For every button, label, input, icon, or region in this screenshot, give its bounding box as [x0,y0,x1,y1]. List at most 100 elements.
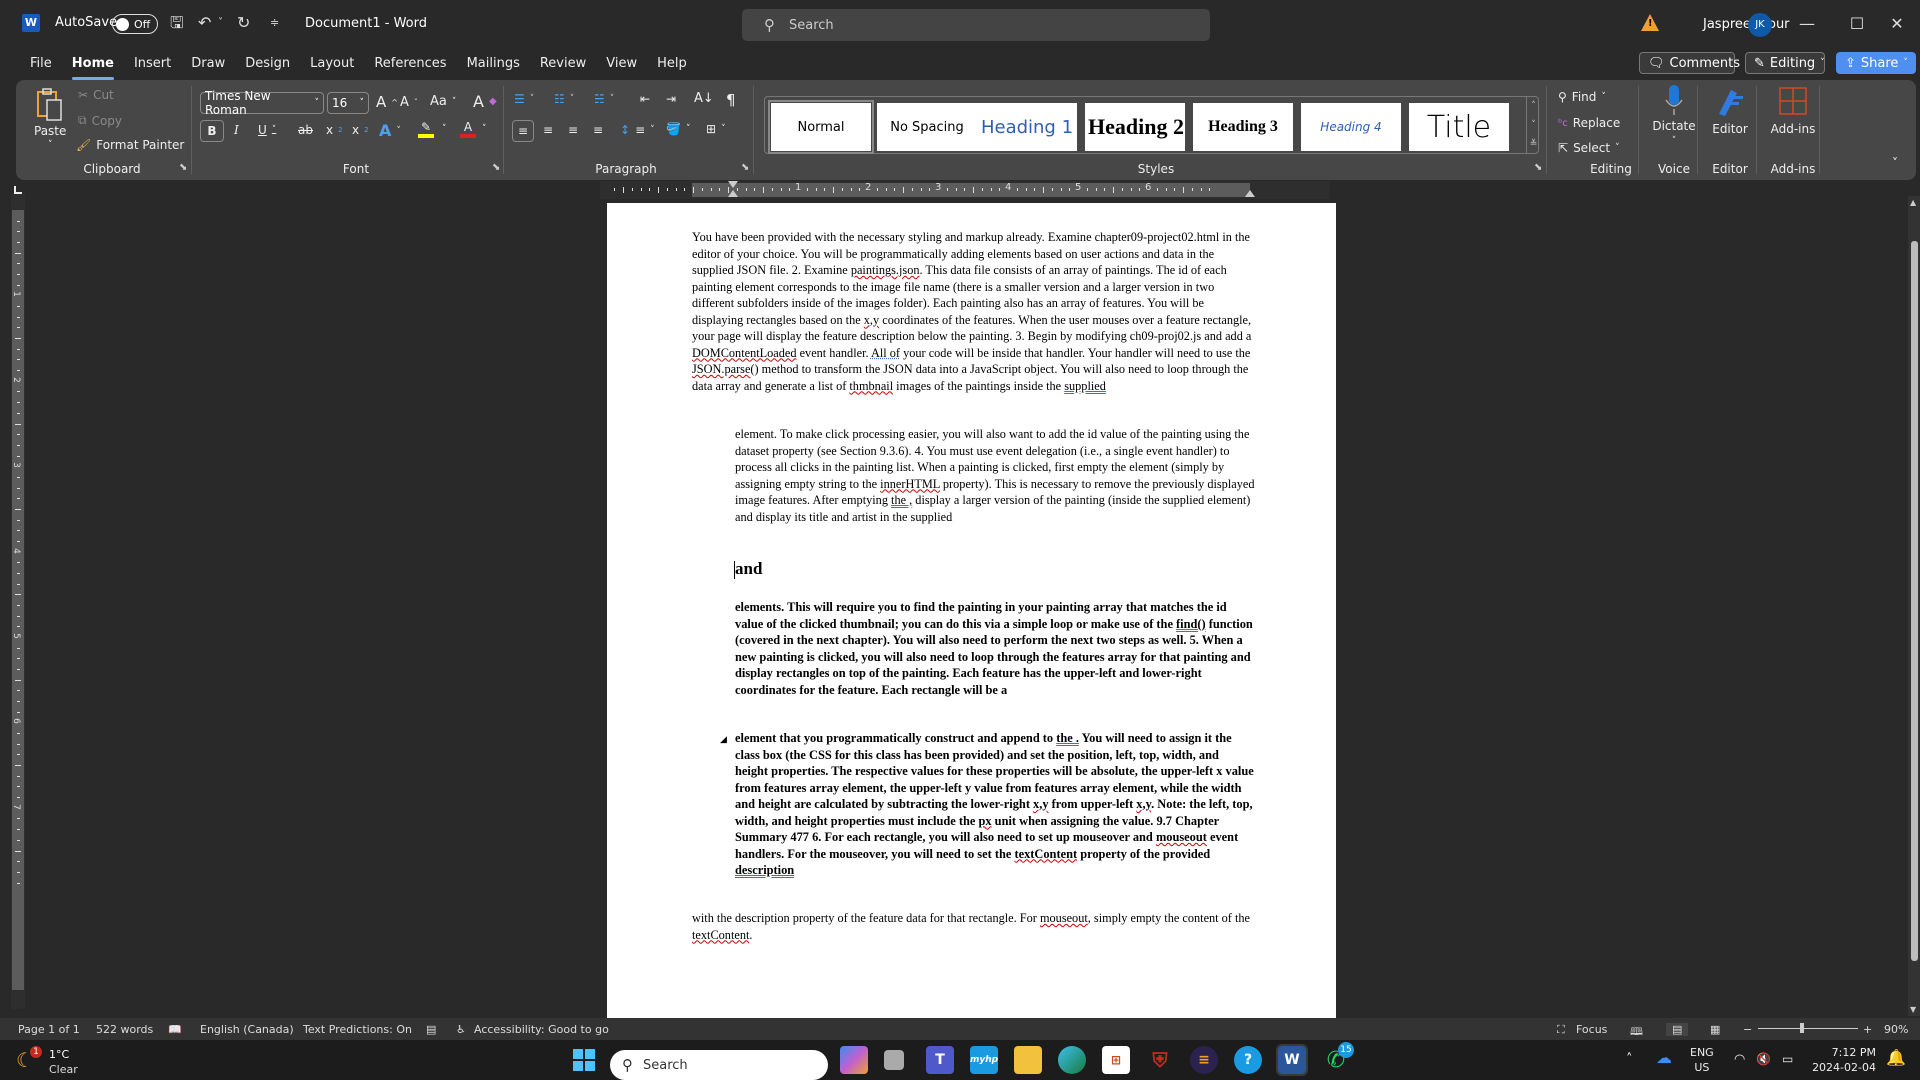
user-name[interactable]: Jaspreet Kour [1703,17,1790,32]
numbering-button[interactable]: ☷ ˅ [554,92,574,106]
paragraph-2[interactable]: element. To make click processing easier… [735,426,1255,525]
line-spacing-button[interactable]: ↕ ≡ ˅ [620,123,655,137]
format-painter-button[interactable]: 🖌 Format Painter [76,138,184,152]
align-left-button[interactable]: ≡ [512,120,534,142]
flagged-text[interactable]: supplied [1064,379,1106,393]
share-button[interactable]: ⇪ Share ˅ [1836,52,1916,74]
pilcrow-icon[interactable]: ¶ [726,91,736,109]
chevron-down-icon[interactable]: ˅ [442,124,447,134]
paragraph-4[interactable]: element that you programmatically constr… [735,730,1255,879]
battery-icon[interactable]: ▭ [1782,1052,1793,1067]
chevron-down-icon[interactable]: ˅ [482,124,487,134]
flagged-text[interactable]: mouseout [1156,830,1207,844]
accessibility-status[interactable]: Accessibility: Good to go [474,1023,609,1036]
word-taskbar-icon[interactable]: W [1276,1044,1308,1076]
flagged-text[interactable]: find() [1176,617,1206,631]
style-heading-4[interactable]: Heading 4 [1301,103,1401,151]
vertical-scrollbar[interactable]: ▲ ▼ [1908,196,1920,1016]
justify-button[interactable]: ≡ [593,123,603,137]
file-explorer-icon[interactable] [1014,1046,1042,1074]
flagged-text[interactable]: x,y [1033,797,1049,811]
scroll-up-icon[interactable]: ˄ [1531,101,1536,111]
subscript-button[interactable]: x2 [326,123,343,137]
zoom-slider-knob[interactable] [1800,1023,1804,1033]
display-settings-icon[interactable]: ▤ [426,1023,436,1036]
tab-layout[interactable]: Layout [300,52,364,80]
tab-insert[interactable]: Insert [124,52,181,80]
word-count[interactable]: 522 words [96,1023,153,1036]
zoom-out-button[interactable]: − [1743,1023,1752,1036]
font-color-button[interactable]: A [460,120,476,138]
clear-formatting-icon[interactable]: A ◆ [473,92,497,111]
cut-button[interactable]: ✂ Cut [78,88,114,102]
save-icon[interactable]: 🖫 [170,13,184,33]
text-effects-icon[interactable]: A ˅ [379,121,401,140]
start-button[interactable] [570,1046,598,1074]
tab-help[interactable]: Help [647,52,697,80]
paragraph-5[interactable]: with the description property of the fea… [692,910,1252,943]
flagged-text[interactable]: x,y [864,313,879,327]
indent-marker[interactable] [728,181,738,188]
flagged-text[interactable]: All of [871,346,900,360]
tab-references[interactable]: References [364,52,456,80]
italic-button[interactable]: I [234,123,239,137]
style-heading-3[interactable]: Heading 3 [1193,103,1293,151]
flagged-text[interactable]: textContent [1014,847,1077,861]
bullets-button[interactable]: ☰ ˅ [514,92,534,106]
focus-icon[interactable]: ⛶ [1557,1023,1565,1037]
horizontal-ruler[interactable]: 1 2 3 4 5 6 [600,181,1330,199]
align-right-button[interactable]: ≡ [568,123,578,137]
heading-paragraph[interactable]: and [735,559,762,579]
autosave-toggle[interactable]: Off [112,14,158,34]
avatar[interactable]: JK [1748,13,1772,37]
flagged-text[interactable]: description [735,863,794,877]
find-button[interactable]: ⚲ Find ˅ [1558,90,1606,104]
eclipse-icon[interactable]: ≡ [1190,1046,1218,1074]
dialog-launcher-icon[interactable]: ⬊ [1534,162,1542,173]
replace-button[interactable]: ᵇc Replace [1558,116,1620,130]
onedrive-icon[interactable]: ☁ [1656,1050,1672,1066]
myhp-icon[interactable]: myhp [970,1046,998,1074]
flagged-text[interactable]: DOMContentLoaded [692,346,797,360]
add-ins-button[interactable]: Add-ins [1762,86,1824,136]
scroll-down-arrow-icon[interactable]: ▼ [1910,1005,1916,1014]
weather-widget[interactable]: ☾ 1 1°C Clear [16,1046,96,1076]
tab-design[interactable]: Design [235,52,300,80]
flagged-text[interactable]: innerHTML [880,477,940,491]
borders-button[interactable]: ⊞ ˅ [706,122,726,136]
shrink-font-icon[interactable]: Aˇ [400,95,418,110]
flagged-text[interactable]: textContent [692,928,749,942]
page-count[interactable]: Page 1 of 1 [18,1023,80,1036]
select-button[interactable]: ⇱ Select ˅ [1558,141,1620,155]
paste-button[interactable]: Paste ˅ [34,88,66,150]
print-layout-icon[interactable]: ▤ [1666,1023,1689,1036]
focus-mode[interactable]: Focus [1576,1023,1607,1036]
dialog-launcher-icon[interactable]: ⬊ [492,162,500,173]
teams-icon[interactable]: T [926,1046,954,1074]
close-button[interactable]: ✕ [1882,12,1912,36]
store-icon[interactable]: ⊞ [1102,1046,1130,1074]
taskbar-search-input[interactable]: ⚲ Search [610,1050,828,1080]
font-name-select[interactable]: Times New Roman ˅ [200,89,324,117]
document-page[interactable]: You have been provided with the necessar… [607,203,1336,1018]
flagged-text[interactable]: the . [1056,731,1079,745]
paragraph-3[interactable]: elements. This will require you to find … [735,599,1255,698]
highlight-color-button[interactable]: ✎ [418,120,434,138]
wifi-icon[interactable]: ◠ [1734,1052,1745,1067]
flagged-text[interactable]: the , [891,493,912,507]
clock[interactable]: 7:12 PM 2024-02-04 [1812,1045,1876,1075]
scrollbar-thumb[interactable] [1911,241,1918,961]
maximize-button[interactable]: ☐ [1842,12,1872,36]
underline-button[interactable]: U ˅ [258,123,276,137]
style-title[interactable]: Title [1409,103,1509,151]
edge-icon[interactable] [1058,1046,1086,1074]
customize-toolbar-icon[interactable]: ≑ [270,13,279,33]
title-search-input[interactable]: ⚲ Search [742,9,1210,41]
font-size-select[interactable]: 16 ˅ [327,92,369,114]
editor-button[interactable]: Editor [1702,86,1758,136]
vertical-ruler[interactable]: 1 2 3 4 5 6 7 [11,194,25,1009]
flagged-text[interactable]: x,y [1136,797,1151,811]
scroll-down-icon[interactable]: ˅ [1531,120,1536,130]
style-no-spacing[interactable]: No Spacing [877,103,977,151]
styles-scroll[interactable]: ˄ ˅ ≚ [1526,96,1540,154]
